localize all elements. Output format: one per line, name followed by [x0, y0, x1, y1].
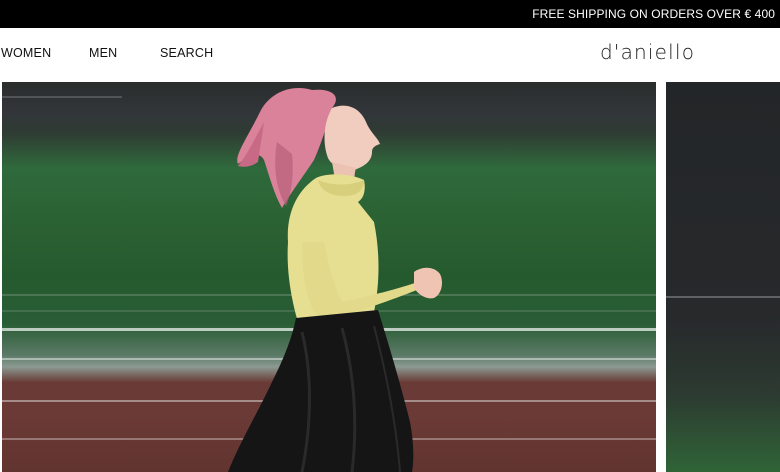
- runner-figure: [228, 88, 442, 472]
- motion-streak: [666, 296, 780, 298]
- site-header: WOMEN MEN SEARCH d'aniello: [0, 28, 780, 82]
- nav-item-search[interactable]: SEARCH: [160, 46, 213, 60]
- announcement-text: FREE SHIPPING ON ORDERS OVER € 400: [532, 7, 775, 21]
- announcement-bar: FREE SHIPPING ON ORDERS OVER € 400: [0, 0, 780, 28]
- nav-item-women[interactable]: WOMEN: [1, 46, 51, 60]
- nav-item-men[interactable]: MEN: [89, 46, 117, 60]
- secondary-hero-panel[interactable]: [666, 82, 780, 472]
- brand-logo[interactable]: d'aniello: [600, 40, 695, 64]
- hero-image[interactable]: [2, 82, 656, 472]
